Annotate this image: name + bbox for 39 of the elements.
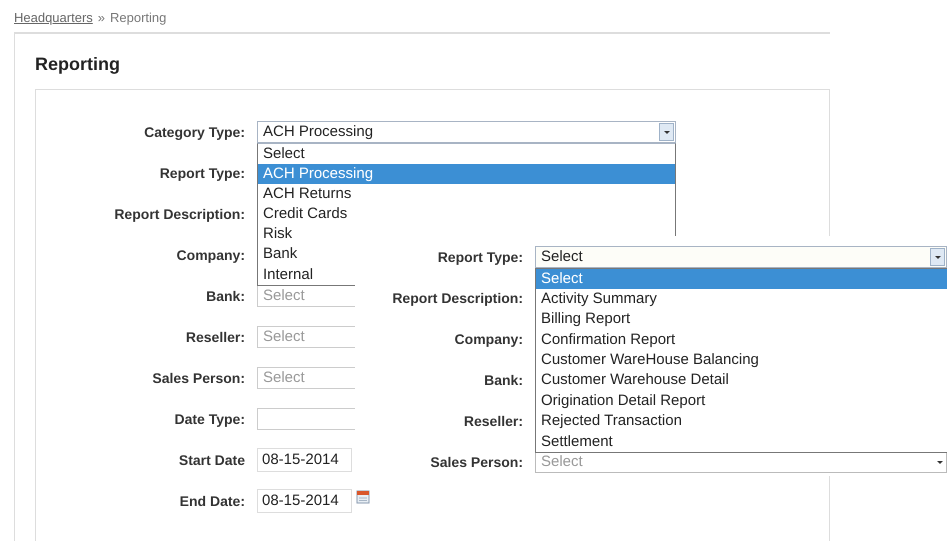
select-field[interactable] [257,408,355,430]
field-label: Date Type: [173,410,245,426]
dropdown-option[interactable]: Billing Report [536,309,947,330]
dropdown-button[interactable] [930,248,945,266]
dropdown-option[interactable]: Customer WareHouse Balancing [536,350,947,370]
dropdown-field[interactable]: ACH Processing [257,120,676,142]
field-label: Report Description: [113,206,245,222]
field-label: Company: [176,246,245,262]
field-label: Report Type: [436,248,523,264]
dropdown-button[interactable] [659,122,674,140]
field-label: Reseller: [462,412,523,428]
dropdown-option[interactable]: ACH Returns [258,184,675,204]
date-field[interactable]: 08-15-2014 [257,448,352,472]
calendar-icon[interactable] [356,490,370,504]
field-label: Sales Person: [429,454,523,470]
field-label: Category Type: [143,124,245,140]
dropdown-option[interactable]: Activity Summary [536,288,947,310]
field-label: Bank: [483,372,523,388]
date-field[interactable]: 08-15-2014 [257,488,352,512]
field-label: Start Date [178,452,245,468]
breadcrumb-separator: » [98,10,106,25]
dropdown-option[interactable]: Origination Detail Report [536,390,947,412]
field-label: Company: [454,330,523,346]
breadcrumb-current: Reporting [110,10,166,25]
dropdown-field[interactable]: Select [535,246,947,268]
breadcrumb-link[interactable]: Headquarters [14,10,93,25]
field-label: End Date: [178,492,245,508]
dropdown-option[interactable]: Credit Cards [258,204,675,224]
dropdown-option[interactable]: Settlement [536,432,947,452]
page-title: Reporting [35,53,121,76]
field-label: Bank: [205,288,245,304]
dropdown-option[interactable]: Select [258,144,675,164]
field-label: Sales Person: [151,370,245,386]
field-label: Report Description: [391,290,523,306]
field-label: Report Type: [158,164,245,180]
field-label: Reseller: [184,328,245,344]
dropdown-option[interactable]: Confirmation Report [536,330,947,350]
dropdown-option[interactable]: Customer Warehouse Detail [536,370,947,391]
dropdown-option[interactable]: Rejected Transaction [536,411,947,432]
